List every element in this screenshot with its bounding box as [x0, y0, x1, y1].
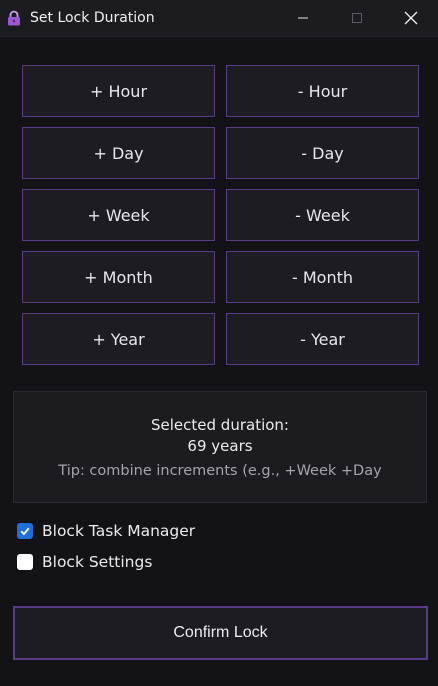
- subtract-month-button[interactable]: - Month: [226, 251, 419, 303]
- window-title: Set Lock Duration: [30, 10, 155, 26]
- minimize-icon: [297, 12, 309, 24]
- duration-value: 69 years: [187, 437, 253, 455]
- add-week-button[interactable]: + Week: [22, 189, 215, 241]
- add-year-button[interactable]: + Year: [22, 313, 215, 365]
- add-hour-button[interactable]: + Hour: [22, 65, 215, 117]
- subtract-year-button[interactable]: - Year: [226, 313, 419, 365]
- close-button[interactable]: [384, 0, 438, 36]
- duration-panel: Selected duration: 69 years Tip: combine…: [13, 391, 427, 503]
- hour-row: + Hour - Hour: [22, 65, 419, 117]
- check-icon: [20, 527, 30, 536]
- day-row: + Day - Day: [22, 127, 419, 179]
- block-settings-checkbox[interactable]: [17, 554, 33, 570]
- title-bar[interactable]: Set Lock Duration: [0, 0, 438, 37]
- lock-duration-window: Set Lock Duration + Hour - Hour + Day - …: [0, 0, 438, 686]
- block-settings-option[interactable]: Block Settings: [17, 553, 152, 571]
- maximize-button[interactable]: [330, 0, 384, 36]
- block-settings-label: Block Settings: [42, 553, 153, 571]
- close-icon: [404, 11, 418, 25]
- window-controls: [276, 0, 438, 36]
- subtract-hour-button[interactable]: - Hour: [226, 65, 419, 117]
- add-day-button[interactable]: + Day: [22, 127, 215, 179]
- block-task-manager-label: Block Task Manager: [42, 522, 196, 540]
- lock-icon: [6, 10, 22, 26]
- subtract-week-button[interactable]: - Week: [226, 189, 419, 241]
- block-task-manager-option[interactable]: Block Task Manager: [17, 522, 195, 540]
- confirm-lock-button[interactable]: Confirm Lock: [13, 606, 428, 660]
- block-task-manager-checkbox[interactable]: [17, 523, 33, 539]
- add-month-button[interactable]: + Month: [22, 251, 215, 303]
- year-row: + Year - Year: [22, 313, 419, 365]
- maximize-icon: [351, 12, 363, 24]
- month-row: + Month - Month: [22, 251, 419, 303]
- week-row: + Week - Week: [22, 189, 419, 241]
- minimize-button[interactable]: [276, 0, 330, 36]
- increment-grid: + Hour - Hour + Day - Day + Week - Week …: [22, 65, 419, 375]
- tip-text: Tip: combine increments (e.g., +Week +Da…: [58, 463, 382, 479]
- duration-label: Selected duration:: [151, 416, 289, 434]
- subtract-day-button[interactable]: - Day: [226, 127, 419, 179]
